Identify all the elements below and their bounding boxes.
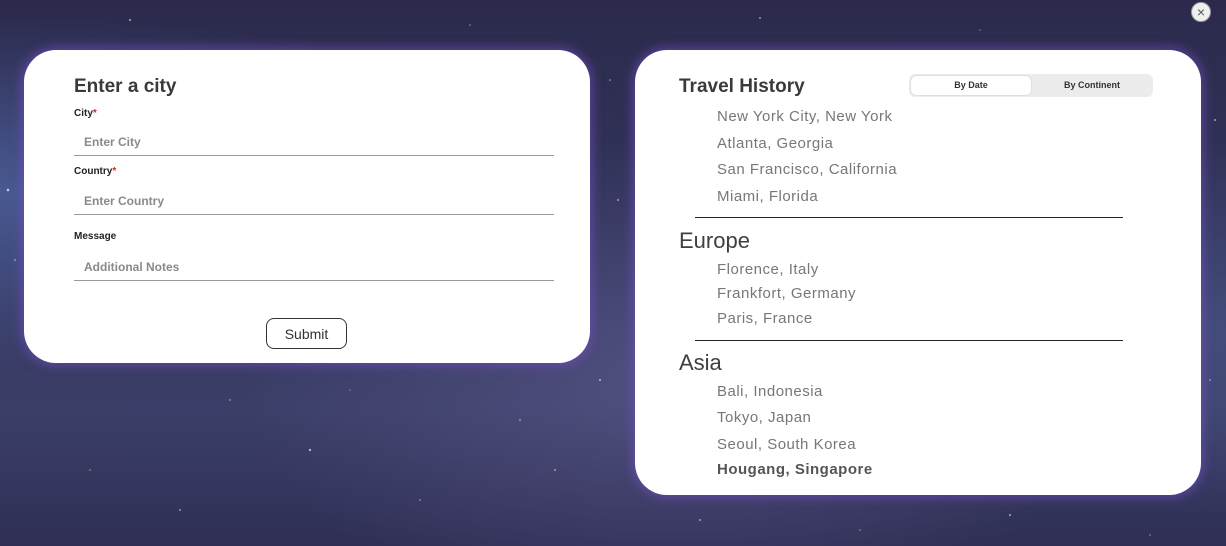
list-item: Hougang, Singapore [717,461,873,478]
message-label: Message [74,231,117,242]
city-form-card: Enter a city City* Country* Message Subm… [24,50,590,363]
submit-button[interactable]: Submit [266,318,347,349]
tab-by-date[interactable]: By Date [911,76,1031,95]
list-item: Atlanta, Georgia [717,135,834,152]
country-label-text: Country [74,166,113,177]
required-marker: * [112,166,117,177]
city-label-text: City [74,108,93,119]
list-item: Frankfort, Germany [717,285,857,302]
section-divider [695,217,1123,218]
section-divider [695,340,1123,341]
city-input[interactable] [74,128,554,156]
country-input[interactable] [74,187,554,215]
travel-history-card: Travel History By Date By Continent New … [635,50,1201,495]
list-item: Paris, France [717,310,813,327]
list-item: San Francisco, California [717,161,898,178]
country-label: Country* [74,166,116,177]
form-title: Enter a city [74,76,177,97]
list-item: Tokyo, Japan [717,409,812,426]
message-input[interactable] [74,253,554,281]
continent-heading-asia: Asia [679,350,722,375]
continent-heading-europe: Europe [679,228,750,253]
sort-toggle: By Date By Continent [909,74,1153,97]
close-button[interactable]: × [1191,2,1211,22]
list-item: Florence, Italy [717,261,819,278]
history-title: Travel History [679,76,805,97]
city-label: City* [74,108,97,119]
required-marker: * [92,108,97,119]
list-item: Bali, Indonesia [717,383,823,400]
close-icon: × [1196,4,1206,20]
tab-by-continent[interactable]: By Continent [1031,76,1153,95]
list-item: Miami, Florida [717,188,819,205]
list-item: Seoul, South Korea [717,436,857,453]
list-item: New York City, New York [717,108,893,125]
